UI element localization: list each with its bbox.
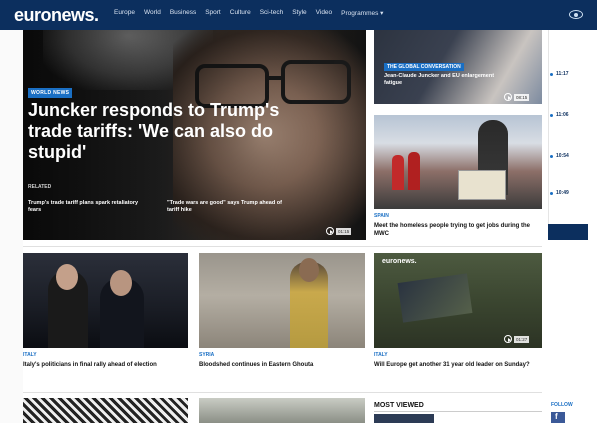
row2-card-3-duration: 01:27 — [514, 335, 530, 343]
left-margin — [0, 30, 23, 423]
timeline-time-4[interactable]: 10:49 — [556, 190, 569, 196]
hero-category-tag[interactable]: WORLD NEWS — [28, 88, 73, 98]
row3-card-1-image[interactable] — [23, 398, 188, 423]
nav-item-sport[interactable]: Sport — [205, 9, 221, 17]
row-divider — [23, 392, 542, 393]
follow-label: FOLLOW — [551, 402, 573, 408]
timeline-dot — [550, 192, 553, 195]
euronews-logo[interactable]: euronews. — [14, 5, 99, 26]
timeline-dot — [550, 155, 553, 158]
nav-item-sci-tech[interactable]: Sci-tech — [260, 9, 283, 17]
nav-item-world[interactable]: World — [144, 9, 161, 17]
timeline-time-2[interactable]: 11:06 — [556, 112, 569, 118]
row2-card-3-section[interactable]: ITALY — [374, 352, 388, 358]
timeline-time-3[interactable]: 10:54 — [556, 153, 569, 159]
nav-item-culture[interactable]: Culture — [230, 9, 251, 17]
nav-item-video[interactable]: Video — [316, 9, 333, 17]
nav-item-business[interactable]: Business — [170, 9, 196, 17]
related-story-2[interactable]: "Trade wars are good" says Trump ahead o… — [167, 200, 287, 214]
timeline-time-1[interactable]: 11:17 — [556, 71, 569, 77]
right-card-1-duration: 08:15 — [514, 93, 530, 101]
latest-timeline — [548, 30, 588, 240]
row2-card-2-title[interactable]: Bloodshed continues in Eastern Ghouta — [199, 361, 359, 369]
timeline-dot — [550, 73, 553, 76]
most-viewed-heading: MOST VIEWED — [374, 402, 424, 409]
row-divider — [23, 246, 542, 247]
nav-item-programmes[interactable]: Programmes ▾ — [341, 9, 383, 17]
hero-video-badge[interactable]: 01:15 — [326, 227, 352, 235]
row2-card-2-image[interactable] — [199, 253, 365, 348]
nav-menu: Europe World Business Sport Culture Sci-… — [114, 9, 383, 17]
play-icon — [504, 93, 512, 101]
timeline-dot — [550, 114, 553, 117]
facebook-icon[interactable]: f — [551, 412, 565, 423]
face-shape — [110, 270, 132, 296]
related-label: RELATED — [28, 184, 52, 190]
right-card-2-title[interactable]: Meet the homeless people trying to get j… — [374, 222, 534, 238]
play-icon — [326, 227, 334, 235]
hero-headline[interactable]: Juncker responds to Trump's trade tariff… — [28, 100, 318, 163]
euronews-watermark: euronews. — [382, 258, 417, 265]
row2-card-3-video-badge[interactable]: 01:27 — [504, 335, 530, 343]
face-shape — [56, 264, 78, 290]
right-card-1-title[interactable]: Jean-Claude Juncker and EU enlargement f… — [384, 73, 504, 87]
play-icon — [504, 335, 512, 343]
most-viewed-divider — [374, 411, 542, 412]
logo-bold: news. — [51, 5, 99, 25]
hero-duration: 01:15 — [336, 227, 352, 235]
right-card-1-video-badge[interactable]: 08:15 — [504, 93, 530, 101]
row2-card-3-title[interactable]: Will Europe get another 31 year old lead… — [374, 361, 536, 369]
row3-card-2-image[interactable] — [199, 398, 365, 423]
nav-item-europe[interactable]: Europe — [114, 9, 135, 17]
row2-card-2-section[interactable]: SYRIA — [199, 352, 214, 358]
red-figure-shape — [392, 155, 404, 190]
timeline-more-bar[interactable] — [548, 224, 588, 240]
top-navbar: euronews. Europe World Business Sport Cu… — [0, 0, 597, 30]
right-card-2-section[interactable]: SPAIN — [374, 213, 389, 219]
red-figure-shape — [408, 152, 420, 190]
right-card-1-tag[interactable]: THE GLOBAL CONVERSATION — [384, 63, 464, 71]
sign-shape — [458, 170, 506, 200]
row2-card-1-title[interactable]: Italy's politicians in final rally ahead… — [23, 361, 183, 369]
nav-item-style[interactable]: Style — [292, 9, 306, 17]
related-story-1[interactable]: Trump's trade tariff plans spark retalia… — [28, 200, 148, 214]
facebook-glyph: f — [555, 412, 558, 421]
most-viewed-thumbnail[interactable] — [374, 414, 434, 423]
row2-card-1-section[interactable]: ITALY — [23, 352, 37, 358]
eye-icon[interactable] — [569, 10, 583, 19]
logo-light: euro — [14, 5, 52, 25]
face-shape — [299, 258, 319, 282]
